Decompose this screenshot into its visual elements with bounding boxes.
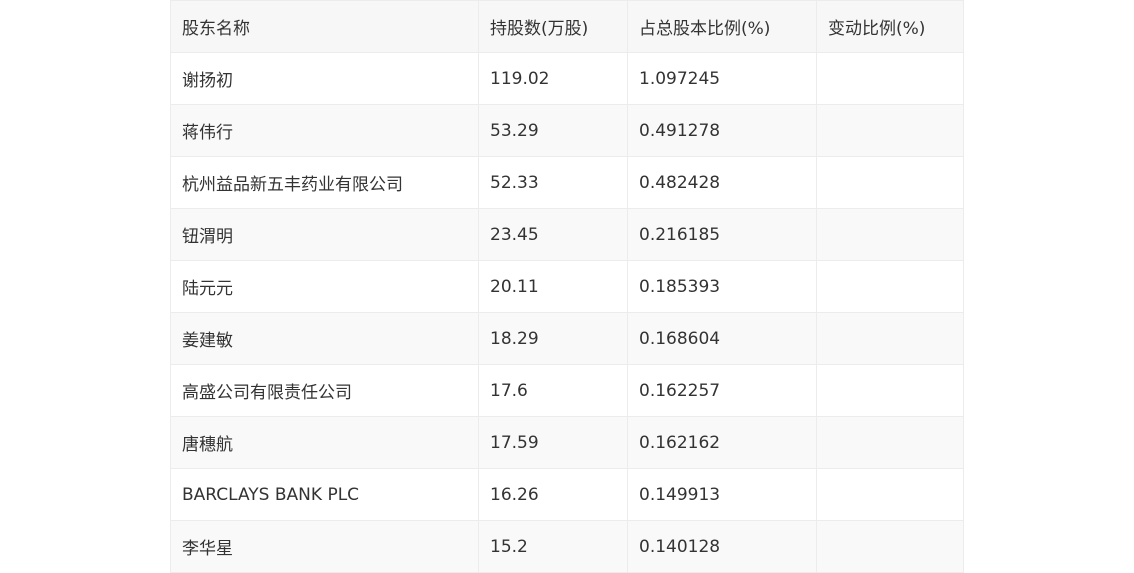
- shareholder-name-cell: BARCLAYS BANK PLC: [170, 468, 479, 521]
- table-row: 谢扬初 119.02 1.097245: [170, 52, 964, 105]
- table-body: 谢扬初 119.02 1.097245 蒋伟行 53.29 0.491278 杭州益品新五丰…: [170, 52, 964, 573]
- share-ratio-cell: 0.185393: [627, 260, 817, 313]
- share-ratio-cell: 0.140128: [627, 520, 817, 573]
- shares-held-cell: 17.59: [478, 416, 628, 469]
- shareholder-name-cell: 李华星: [170, 520, 479, 573]
- shares-held-cell: 20.11: [478, 260, 628, 313]
- table-row: 唐穗航 17.59 0.162162: [170, 416, 964, 469]
- header-shareholder-name: 股东名称: [170, 0, 479, 53]
- share-ratio-cell: 0.168604: [627, 312, 817, 365]
- shareholder-name-cell: 钮渭明: [170, 208, 479, 261]
- share-ratio-cell: 0.149913: [627, 468, 817, 521]
- shares-held-cell: 16.26: [478, 468, 628, 521]
- change-ratio-cell: [816, 364, 964, 417]
- change-ratio-cell: [816, 104, 964, 157]
- table-row: 钮渭明 23.45 0.216185: [170, 208, 964, 261]
- table-row: 高盛公司有限责任公司 17.6 0.162257: [170, 364, 964, 417]
- shareholder-name-cell: 唐穗航: [170, 416, 479, 469]
- change-ratio-cell: [816, 312, 964, 365]
- shareholder-name-cell: 高盛公司有限责任公司: [170, 364, 479, 417]
- change-ratio-cell: [816, 208, 964, 261]
- header-share-ratio: 占总股本比例(%): [627, 0, 817, 53]
- change-ratio-cell: [816, 52, 964, 105]
- table-row: 蒋伟行 53.29 0.491278: [170, 104, 964, 157]
- share-ratio-cell: 0.216185: [627, 208, 817, 261]
- table-row: 陆元元 20.11 0.185393: [170, 260, 964, 313]
- shareholder-name-cell: 陆元元: [170, 260, 479, 313]
- shareholder-name-cell: 谢扬初: [170, 52, 479, 105]
- table-header-row: 股东名称 持股数(万股) 占总股本比例(%) 变动比例(%): [170, 0, 964, 53]
- shareholder-name-cell: 杭州益品新五丰药业有限公司: [170, 156, 479, 209]
- shareholder-table: 股东名称 持股数(万股) 占总股本比例(%) 变动比例(%) 谢扬初 119.02…: [170, 0, 964, 573]
- share-ratio-cell: 0.491278: [627, 104, 817, 157]
- table-row: 姜建敏 18.29 0.168604: [170, 312, 964, 365]
- table-row: BARCLAYS BANK PLC 16.26 0.149913: [170, 468, 964, 521]
- table-row: 杭州益品新五丰药业有限公司 52.33 0.482428: [170, 156, 964, 209]
- shares-held-cell: 119.02: [478, 52, 628, 105]
- shares-held-cell: 23.45: [478, 208, 628, 261]
- change-ratio-cell: [816, 416, 964, 469]
- shareholder-name-cell: 姜建敏: [170, 312, 479, 365]
- change-ratio-cell: [816, 156, 964, 209]
- shares-held-cell: 18.29: [478, 312, 628, 365]
- change-ratio-cell: [816, 520, 964, 573]
- shares-held-cell: 53.29: [478, 104, 628, 157]
- share-ratio-cell: 0.162257: [627, 364, 817, 417]
- shares-held-cell: 15.2: [478, 520, 628, 573]
- share-ratio-cell: 0.482428: [627, 156, 817, 209]
- table-row: 李华星 15.2 0.140128: [170, 520, 964, 573]
- header-change-ratio: 变动比例(%): [816, 0, 964, 53]
- shares-held-cell: 17.6: [478, 364, 628, 417]
- shares-held-cell: 52.33: [478, 156, 628, 209]
- header-shares-held: 持股数(万股): [478, 0, 628, 53]
- change-ratio-cell: [816, 260, 964, 313]
- shareholder-table-container: 股东名称 持股数(万股) 占总股本比例(%) 变动比例(%) 谢扬初 119.02…: [170, 0, 964, 573]
- change-ratio-cell: [816, 468, 964, 521]
- share-ratio-cell: 1.097245: [627, 52, 817, 105]
- share-ratio-cell: 0.162162: [627, 416, 817, 469]
- shareholder-name-cell: 蒋伟行: [170, 104, 479, 157]
